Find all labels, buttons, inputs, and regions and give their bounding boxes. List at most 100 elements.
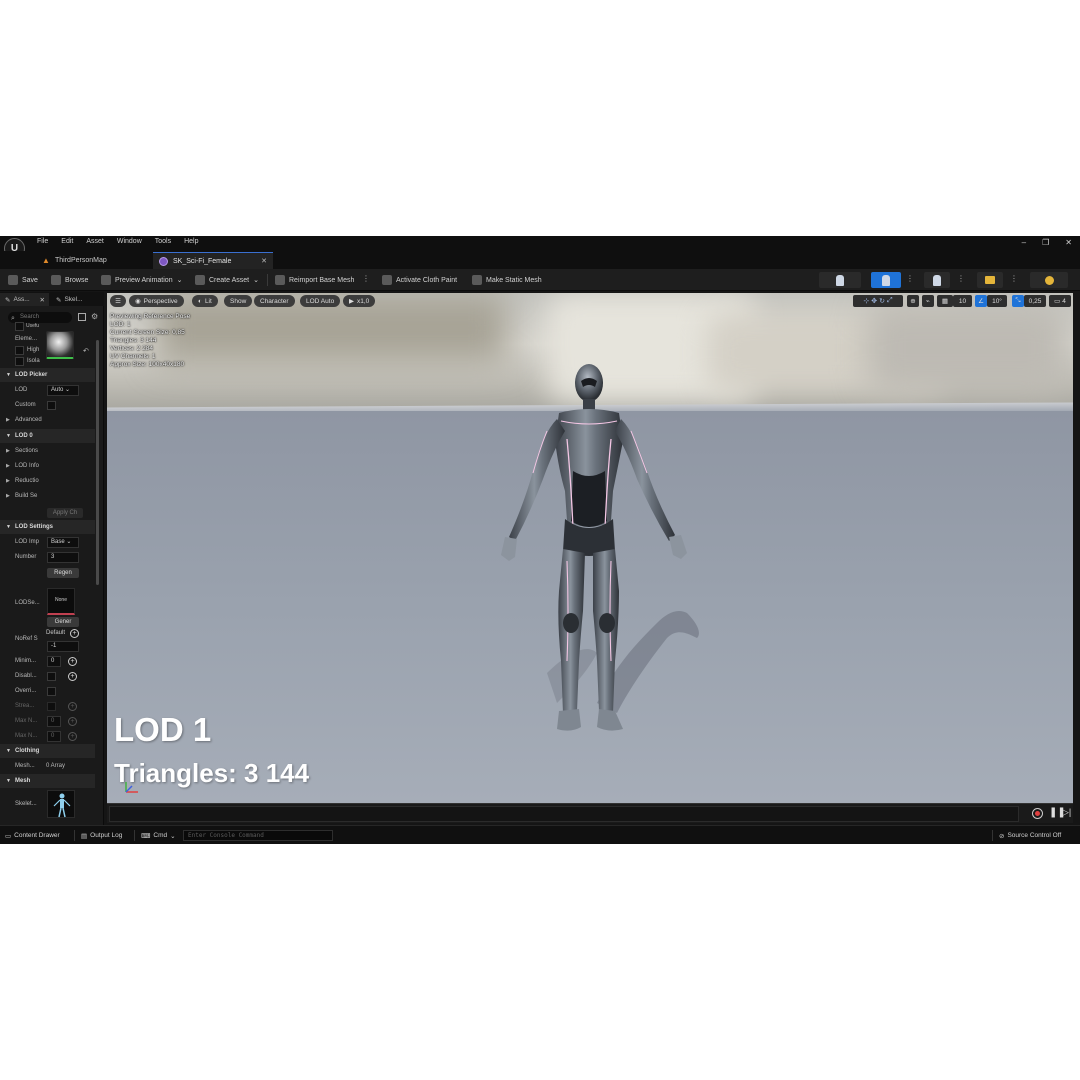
tab-sk-sci-fi-female[interactable]: SK_Sci-Fi_Female ✕ <box>153 252 273 269</box>
lod-info-row[interactable]: ▶ LOD Info <box>0 459 95 474</box>
skeleton-thumbnail[interactable] <box>47 790 75 818</box>
lod-picker-header[interactable]: ▼ LOD Picker <box>0 368 95 382</box>
make-static-mesh-button[interactable]: Make Static Mesh <box>472 274 542 286</box>
minimize-icon[interactable]: – <box>1022 238 1026 247</box>
play-icon: ▶ <box>349 298 354 305</box>
menu-file[interactable]: File <box>37 238 48 245</box>
advanced-row[interactable]: ▶ Advanced <box>0 413 95 428</box>
rotation-snap-value[interactable]: 10° <box>987 295 1007 307</box>
content-drawer-button[interactable]: ▭ Content Drawer <box>5 830 60 841</box>
generate-button[interactable]: Gener <box>47 617 79 627</box>
move-tool-icon[interactable]: ✥ <box>871 297 877 305</box>
save-button[interactable]: Save <box>8 274 38 286</box>
scale-tool-icon[interactable]: ⤢ <box>887 297 893 305</box>
record-icon[interactable] <box>1032 808 1043 819</box>
more-options-icon[interactable]: ⋮ <box>906 274 914 283</box>
reduction-row[interactable]: ▶ Reductio <box>0 474 95 489</box>
add-disable-icon[interactable]: + <box>68 672 77 681</box>
gear-icon[interactable]: ⚙ <box>91 312 98 321</box>
reset-arrow-icon[interactable]: ↶ <box>83 347 89 355</box>
menu-asset[interactable]: Asset <box>86 238 104 245</box>
clothing-header[interactable]: ▼ Clothing <box>0 744 95 758</box>
create-asset-label: Create Asset <box>209 276 250 284</box>
isolate-checkbox[interactable] <box>15 357 24 366</box>
useful-checkbox[interactable] <box>15 322 24 331</box>
physics-mode-button[interactable] <box>1030 272 1068 288</box>
lod-settings-header[interactable]: ▼ LOD Settings <box>0 520 95 534</box>
more-options-icon[interactable]: ⋮ <box>362 274 370 283</box>
more-options-icon[interactable]: ⋮ <box>957 274 965 283</box>
details-scrollbar[interactable] <box>96 340 99 585</box>
surface-snap-icon[interactable]: ⌁ <box>922 295 934 307</box>
tab-skeleton-tree[interactable]: ✎ Skel... <box>51 293 101 306</box>
show-button[interactable]: Show <box>224 295 253 307</box>
custom-checkbox[interactable] <box>47 401 56 410</box>
console-command-input[interactable]: Enter Console Command <box>183 830 333 841</box>
browse-button[interactable]: Browse <box>51 274 88 286</box>
noref-value-input[interactable]: -1 <box>47 641 79 652</box>
add-default-icon[interactable]: + <box>70 629 79 638</box>
source-control-button[interactable]: ⊘ Source Control Off <box>999 830 1061 841</box>
grid-snap-value[interactable]: 10 <box>953 295 972 307</box>
preview-viewport[interactable]: ☰ ◉ Perspective ◐ Lit Show Character LOD… <box>107 293 1073 803</box>
perspective-button[interactable]: ◉ Perspective <box>129 295 184 307</box>
animation-mode-button[interactable] <box>924 272 950 288</box>
close-window-icon[interactable]: ✕ <box>1065 238 1072 247</box>
minimum-input[interactable]: 0 <box>47 656 61 667</box>
material-thumbnail[interactable] <box>46 331 74 359</box>
tab-thirdpersonmap[interactable]: ▲ ThirdPersonMap <box>36 252 146 269</box>
transform-tools-group[interactable]: ⊹ ✥ ↻ ⤢ <box>853 295 903 307</box>
lod-settings-asset-thumbnail[interactable]: None <box>47 588 75 615</box>
apply-changes-button[interactable]: Apply Ch <box>47 508 83 518</box>
character-mesh[interactable] <box>487 361 707 741</box>
camera-speed-button[interactable]: ▭ 4 <box>1049 295 1071 307</box>
table-view-icon[interactable] <box>78 313 86 321</box>
add-minimum-icon[interactable]: + <box>68 657 77 666</box>
create-asset-button[interactable]: Create Asset ⌄ <box>195 274 259 286</box>
step-forward-icon[interactable]: ▷| <box>1062 807 1071 818</box>
blueprint-mode-button[interactable] <box>977 272 1003 288</box>
menu-edit[interactable]: Edit <box>61 238 73 245</box>
build-settings-row[interactable]: ▶ Build Se <box>0 489 95 504</box>
menu-tools[interactable]: Tools <box>155 238 171 245</box>
scale-snap-toggle[interactable]: ⤡ <box>1012 295 1024 307</box>
play-rate-button[interactable]: ▶ x1,0 <box>343 295 376 307</box>
override-checkbox[interactable] <box>47 687 56 696</box>
disable-checkbox[interactable] <box>47 672 56 681</box>
lod0-header[interactable]: ▼ LOD 0 <box>0 429 95 443</box>
viewport-menu-button[interactable]: ☰ <box>110 295 126 307</box>
lit-button[interactable]: ◐ Lit <box>192 295 218 307</box>
select-tool-icon[interactable]: ⊹ <box>863 297 869 305</box>
tab-asset-details[interactable]: ✎ Ass... ✕ <box>0 293 49 306</box>
activate-cloth-paint-button[interactable]: Activate Cloth Paint <box>382 274 457 286</box>
reimport-base-mesh-button[interactable]: Reimport Base Mesh <box>275 274 354 286</box>
close-tab-icon[interactable]: ✕ <box>261 257 267 265</box>
skeleton-mode-button[interactable] <box>819 272 861 288</box>
grid-snap-toggle[interactable]: ▦ <box>937 295 953 307</box>
lod-auto-button[interactable]: LOD Auto <box>300 295 341 307</box>
menu-window[interactable]: Window <box>117 238 142 245</box>
rotation-snap-toggle[interactable]: ∠ <box>975 295 987 307</box>
lod-select[interactable]: Auto ⌄ <box>47 385 79 396</box>
lod-import-select[interactable]: Base ⌄ <box>47 537 79 548</box>
lod-import-value: Base <box>51 539 65 545</box>
regenerate-button[interactable]: Regen <box>47 568 79 578</box>
timeline-track[interactable] <box>109 806 1019 822</box>
sections-row[interactable]: ▶ Sections <box>0 444 95 459</box>
restore-icon[interactable]: ❐ <box>1042 238 1049 247</box>
world-local-icon[interactable]: ⊕ <box>907 295 919 307</box>
preview-animation-button[interactable]: Preview Animation ⌄ <box>101 274 182 286</box>
scale-icon: ⤡ <box>1015 297 1021 304</box>
menu-help[interactable]: Help <box>184 238 198 245</box>
mesh-header[interactable]: ▼ Mesh <box>0 774 95 788</box>
output-log-button[interactable]: ▤ Output Log <box>81 830 122 841</box>
status-divider <box>992 830 993 841</box>
cmd-selector[interactable]: ⌨ Cmd ⌄ <box>141 830 176 841</box>
number-of-lods-input[interactable]: 3 <box>47 552 79 563</box>
rotate-tool-icon[interactable]: ↻ <box>879 297 885 305</box>
mesh-mode-button[interactable] <box>871 272 901 288</box>
more-options-icon[interactable]: ⋮ <box>1010 274 1018 283</box>
close-tab-icon[interactable]: ✕ <box>40 296 45 304</box>
character-button[interactable]: Character <box>254 295 295 307</box>
scale-snap-value[interactable]: 0,25 <box>1024 295 1046 307</box>
